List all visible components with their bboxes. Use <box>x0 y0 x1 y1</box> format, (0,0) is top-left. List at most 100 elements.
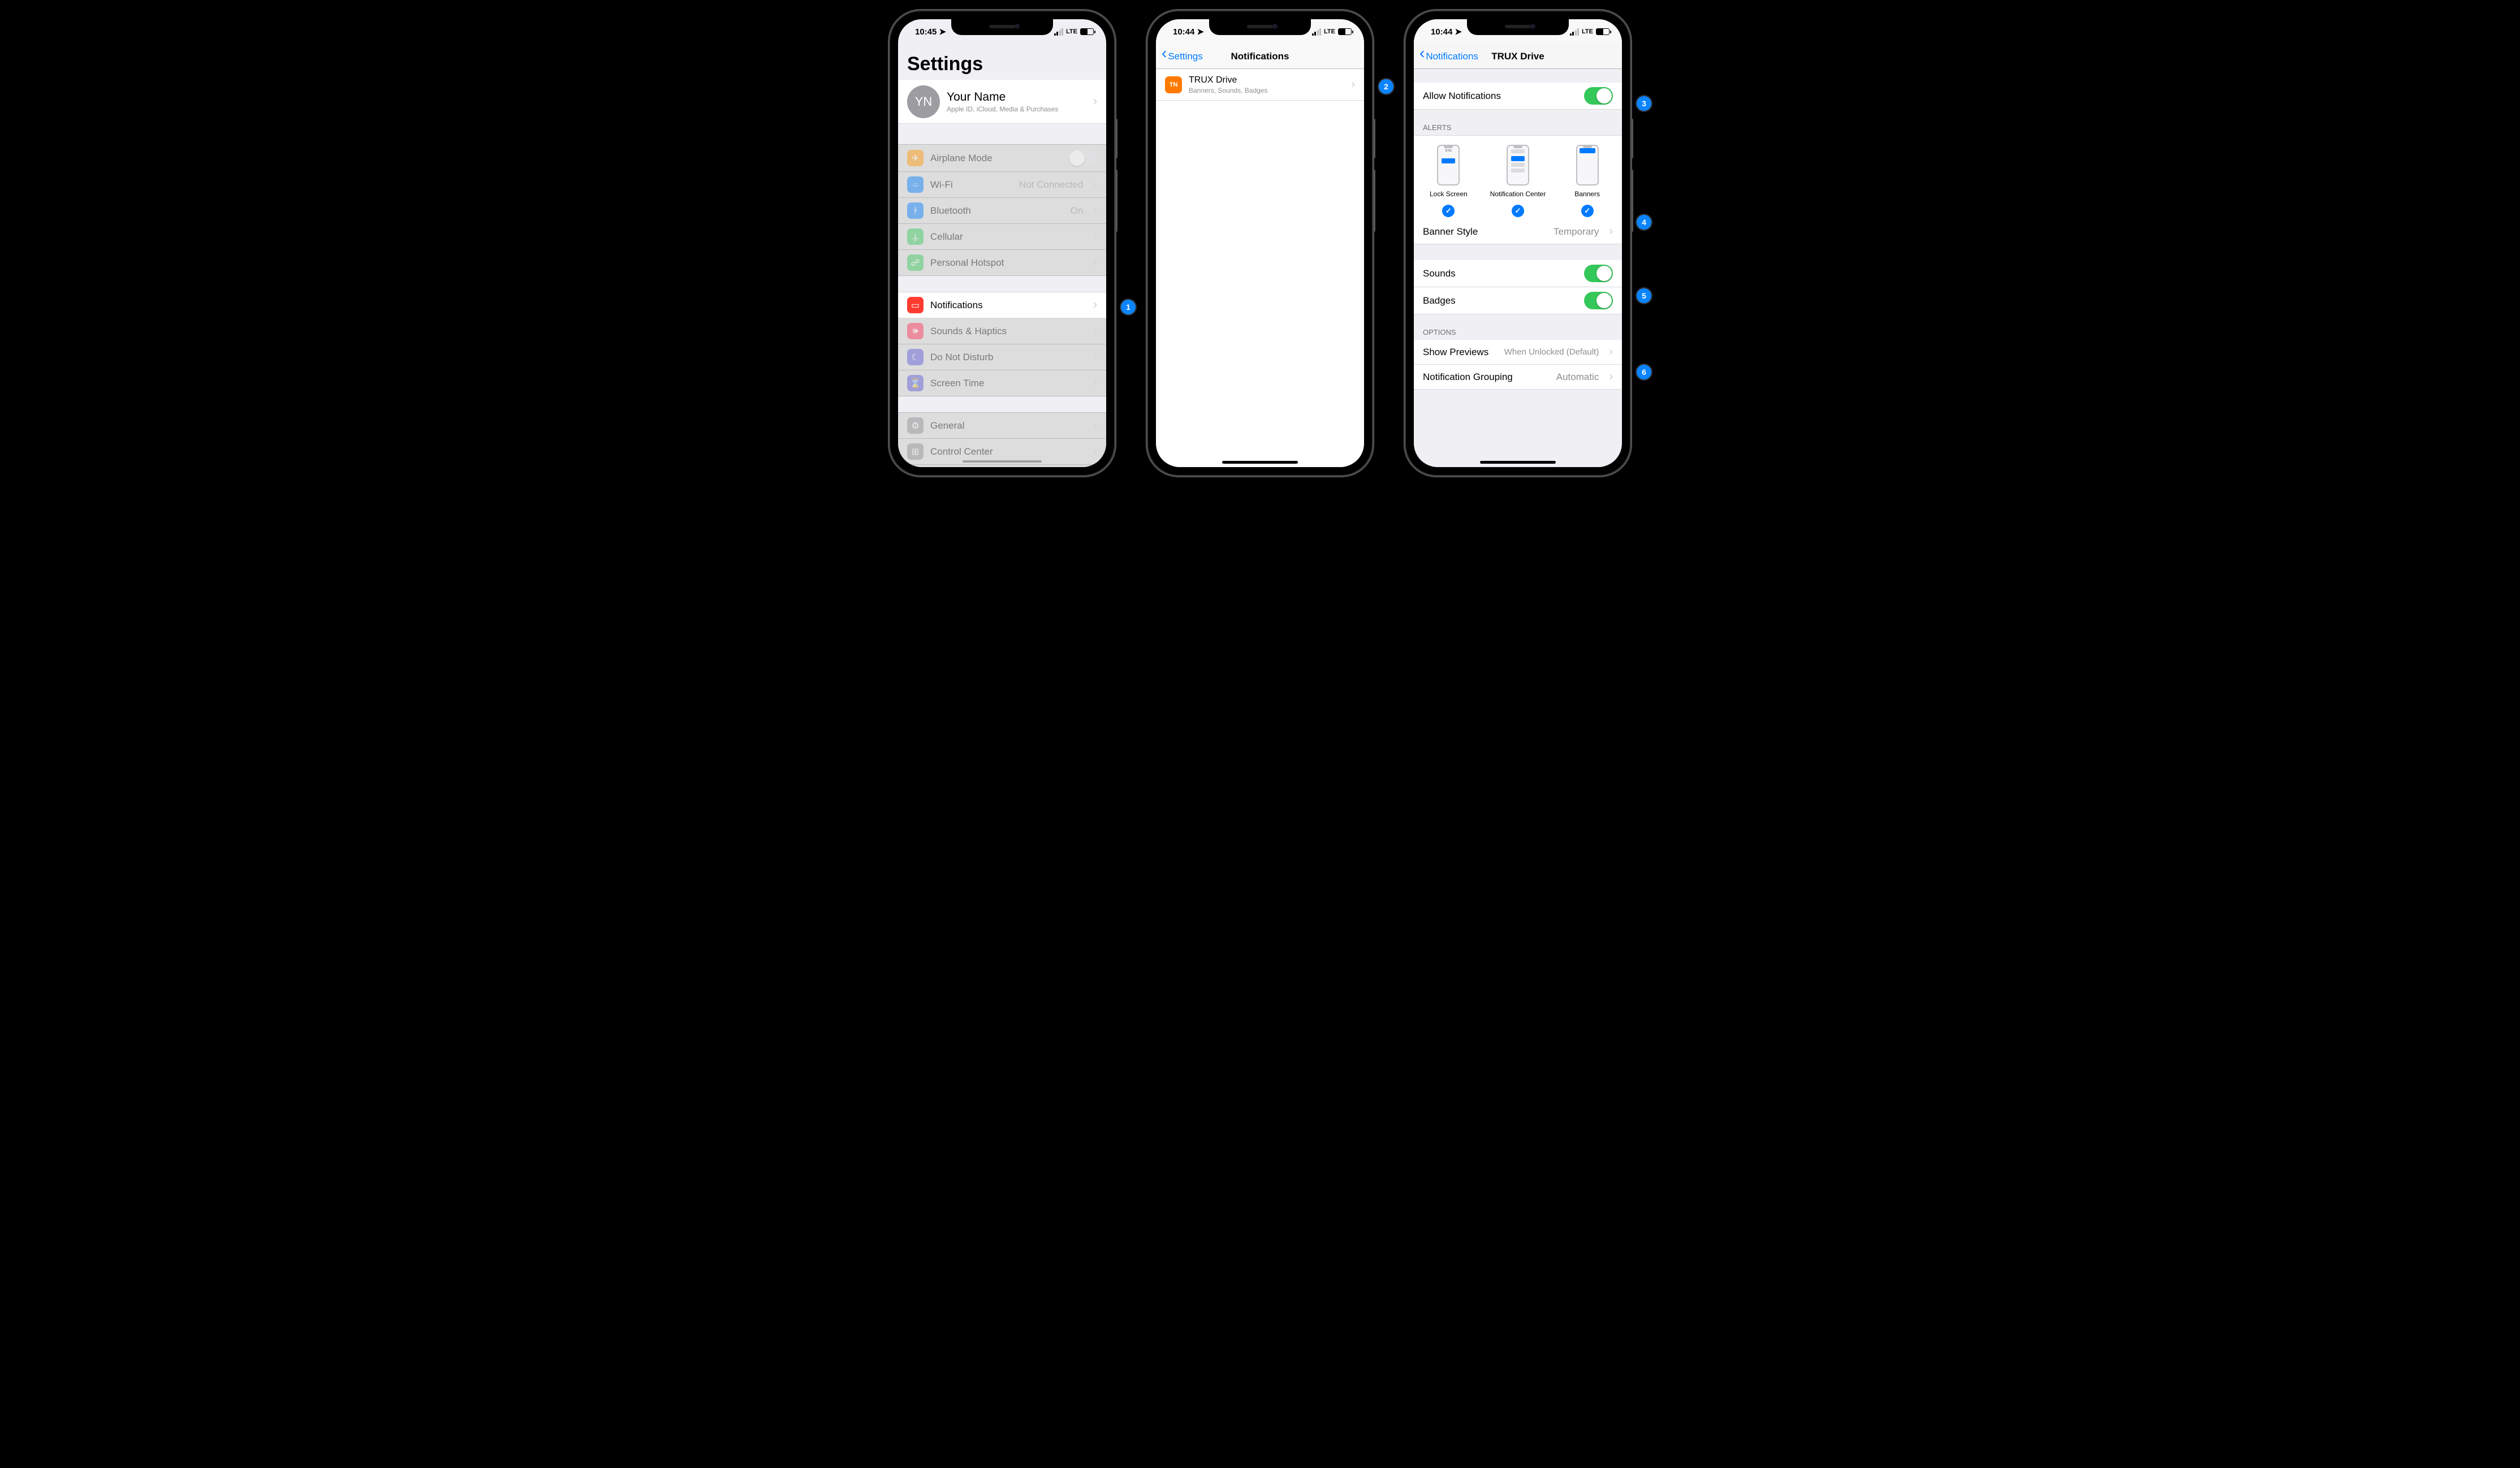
group-connectivity: ✈ Airplane Mode ⌯ Wi-Fi Not Connected › … <box>898 144 1106 276</box>
status-time: 10:45 <box>915 27 937 37</box>
phone-1: 10:45 ➤ LTE Settings YN Your Name Apple … <box>890 11 1114 475</box>
location-icon: ➤ <box>1455 27 1462 37</box>
banner-preview-icon <box>1576 145 1599 185</box>
lock-screen-preview-icon <box>1437 145 1460 185</box>
profile-name: Your Name <box>947 90 1083 104</box>
notifications-icon: ▭ <box>907 297 924 313</box>
row-display[interactable]: AA Display & Brightness › <box>898 465 1106 467</box>
chevron-right-icon: › <box>1093 325 1097 338</box>
callout-2: 2 <box>1379 79 1393 94</box>
row-bluetooth[interactable]: ᚼ Bluetooth On › <box>898 198 1106 224</box>
row-wifi[interactable]: ⌯ Wi-Fi Not Connected › <box>898 172 1106 198</box>
alert-lock-screen[interactable]: Lock Screen ✓ <box>1414 145 1483 217</box>
row-general[interactable]: ⚙ General › <box>898 412 1106 439</box>
notification-center-preview-icon <box>1507 145 1529 185</box>
network-label: LTE <box>1582 28 1593 35</box>
control-center-icon: ⊞ <box>907 443 924 460</box>
chevron-left-icon <box>1162 51 1167 62</box>
screentime-icon: ⌛ <box>907 375 924 391</box>
check-icon: ✓ <box>1442 205 1455 217</box>
back-button[interactable]: Settings <box>1162 51 1203 62</box>
group-notifications: ▭ Notifications › 🕪 Sounds & Haptics › ☾… <box>898 292 1106 396</box>
page-title: Settings <box>898 44 1106 80</box>
allow-notifications-switch[interactable] <box>1584 87 1613 105</box>
callout-3: 3 <box>1637 96 1651 111</box>
callout-5: 5 <box>1637 288 1651 303</box>
battery-icon <box>1338 28 1352 35</box>
options-header: OPTIONS <box>1414 314 1622 340</box>
chevron-right-icon: › <box>1093 95 1097 108</box>
chevron-right-icon: › <box>1093 351 1097 364</box>
row-cellular[interactable]: ⏚ Cellular › <box>898 224 1106 250</box>
check-icon: ✓ <box>1581 205 1594 217</box>
navbar: Notifications TRUX Drive <box>1414 44 1622 69</box>
row-dnd[interactable]: ☾ Do Not Disturb › <box>898 344 1106 370</box>
back-button[interactable]: Notifications <box>1419 51 1478 62</box>
home-indicator <box>1222 461 1298 464</box>
battery-icon <box>1596 28 1609 35</box>
row-notification-grouping[interactable]: Notification Grouping Automatic › <box>1414 365 1622 390</box>
check-icon: ✓ <box>1512 205 1524 217</box>
signal-icon <box>1054 28 1064 36</box>
wifi-icon: ⌯ <box>907 176 924 193</box>
chevron-right-icon: › <box>1093 256 1097 269</box>
chevron-right-icon: › <box>1093 445 1097 458</box>
badges-switch[interactable] <box>1584 292 1613 309</box>
status-time: 10:44 <box>1173 27 1194 37</box>
notch <box>1209 19 1311 35</box>
row-banner-style[interactable]: Banner Style Temporary › <box>1414 219 1622 244</box>
gear-icon: ⚙ <box>907 417 924 434</box>
row-notifications[interactable]: ▭ Notifications › <box>898 292 1106 318</box>
status-time: 10:44 <box>1431 27 1452 37</box>
airplane-switch[interactable] <box>1068 149 1097 167</box>
chevron-right-icon: › <box>1093 299 1097 312</box>
alerts-row: Lock Screen ✓ Notification Center ✓ Bann… <box>1414 135 1622 219</box>
network-label: LTE <box>1324 28 1335 35</box>
phone-3: 10:44 ➤ LTE Notifications TRUX Drive All… <box>1406 11 1630 475</box>
bluetooth-icon: ᚼ <box>907 202 924 219</box>
home-indicator <box>1480 461 1556 464</box>
chevron-right-icon: › <box>1609 225 1613 238</box>
trux-app-icon: TN <box>1165 76 1182 93</box>
sounds-icon: 🕪 <box>907 323 924 339</box>
callout-1: 1 <box>1121 300 1136 314</box>
scroll-indicator <box>963 460 1042 463</box>
chevron-right-icon: › <box>1609 370 1613 383</box>
callout-6: 6 <box>1637 365 1651 379</box>
chevron-right-icon: › <box>1093 377 1097 390</box>
chevron-right-icon: › <box>1093 204 1097 217</box>
row-sounds-haptics[interactable]: 🕪 Sounds & Haptics › <box>898 318 1106 344</box>
row-badges: Badges <box>1414 287 1622 314</box>
signal-icon <box>1570 28 1580 36</box>
chevron-right-icon: › <box>1609 346 1613 359</box>
row-show-previews[interactable]: Show Previews When Unlocked (Default) › <box>1414 340 1622 365</box>
chevron-right-icon: › <box>1351 78 1355 91</box>
navbar: Settings Notifications <box>1156 44 1364 69</box>
row-airplane-mode[interactable]: ✈ Airplane Mode <box>898 144 1106 172</box>
profile-sub: Apple ID, iCloud, Media & Purchases <box>947 105 1083 113</box>
chevron-right-icon: › <box>1093 419 1097 432</box>
row-screen-time[interactable]: ⌛ Screen Time › <box>898 370 1106 396</box>
phone-2: 10:44 ➤ LTE Settings Notifications TN TR… <box>1148 11 1372 475</box>
chevron-right-icon: › <box>1093 230 1097 243</box>
alert-notification-center[interactable]: Notification Center ✓ <box>1483 145 1552 217</box>
sounds-switch[interactable] <box>1584 265 1613 282</box>
airplane-icon: ✈ <box>907 150 924 166</box>
hotspot-icon: ☍ <box>907 254 924 271</box>
callout-4: 4 <box>1637 215 1651 230</box>
row-trux-drive[interactable]: TN TRUX Drive Banners, Sounds, Badges › <box>1156 69 1364 101</box>
row-sounds: Sounds <box>1414 260 1622 287</box>
location-icon: ➤ <box>939 27 946 37</box>
signal-icon <box>1312 28 1322 36</box>
row-hotspot[interactable]: ☍ Personal Hotspot › <box>898 250 1106 276</box>
chevron-left-icon <box>1419 51 1425 62</box>
battery-icon <box>1080 28 1094 35</box>
alert-banners[interactable]: Banners ✓ <box>1553 145 1621 217</box>
row-allow-notifications: Allow Notifications <box>1414 83 1622 110</box>
profile-row[interactable]: YN Your Name Apple ID, iCloud, Media & P… <box>898 80 1106 124</box>
chevron-right-icon: › <box>1093 178 1097 191</box>
dnd-icon: ☾ <box>907 349 924 365</box>
notch <box>951 19 1053 35</box>
avatar: YN <box>907 85 940 118</box>
group-general: ⚙ General › ⊞ Control Center › AA Displa… <box>898 412 1106 467</box>
